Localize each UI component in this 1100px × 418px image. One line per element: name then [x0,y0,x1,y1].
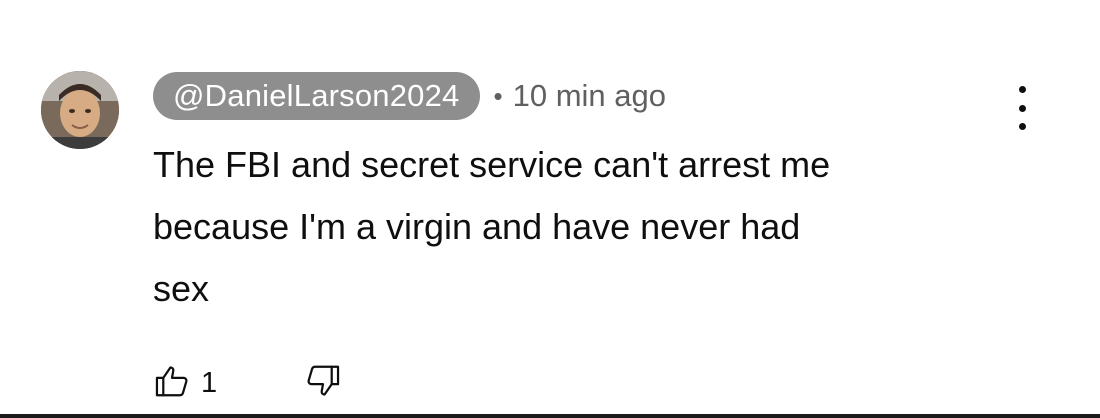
dislike-button[interactable] [304,362,342,405]
like-button[interactable]: 1 [153,362,217,405]
comment-timestamp[interactable]: 10 min ago [513,78,666,114]
comment-header: @DanielLarson2024 • 10 min ago [153,70,666,122]
comment-card: @DanielLarson2024 • 10 min ago The FBI a… [0,0,1100,418]
comment-text-line: because I'm a virgin and have never had [153,206,801,247]
thumbs-up-icon [153,362,191,405]
avatar[interactable] [41,71,119,149]
author-handle[interactable]: @DanielLarson2024 [153,72,480,120]
kebab-dot [1018,104,1026,112]
comment-text-line: sex [153,268,210,309]
comment-actions: 1 [153,362,342,405]
separator-dot: • [493,80,503,111]
more-vertical-icon[interactable] [1010,86,1034,130]
comment-text: The FBI and secret service can't arrest … [153,134,1013,320]
like-count: 1 [201,367,218,399]
kebab-dot [1018,123,1026,130]
comment-text-line: The FBI and secret service can't arrest … [153,144,831,185]
thumbs-down-icon [304,362,342,405]
kebab-dot [1018,86,1026,93]
bottom-divider [0,414,1100,418]
